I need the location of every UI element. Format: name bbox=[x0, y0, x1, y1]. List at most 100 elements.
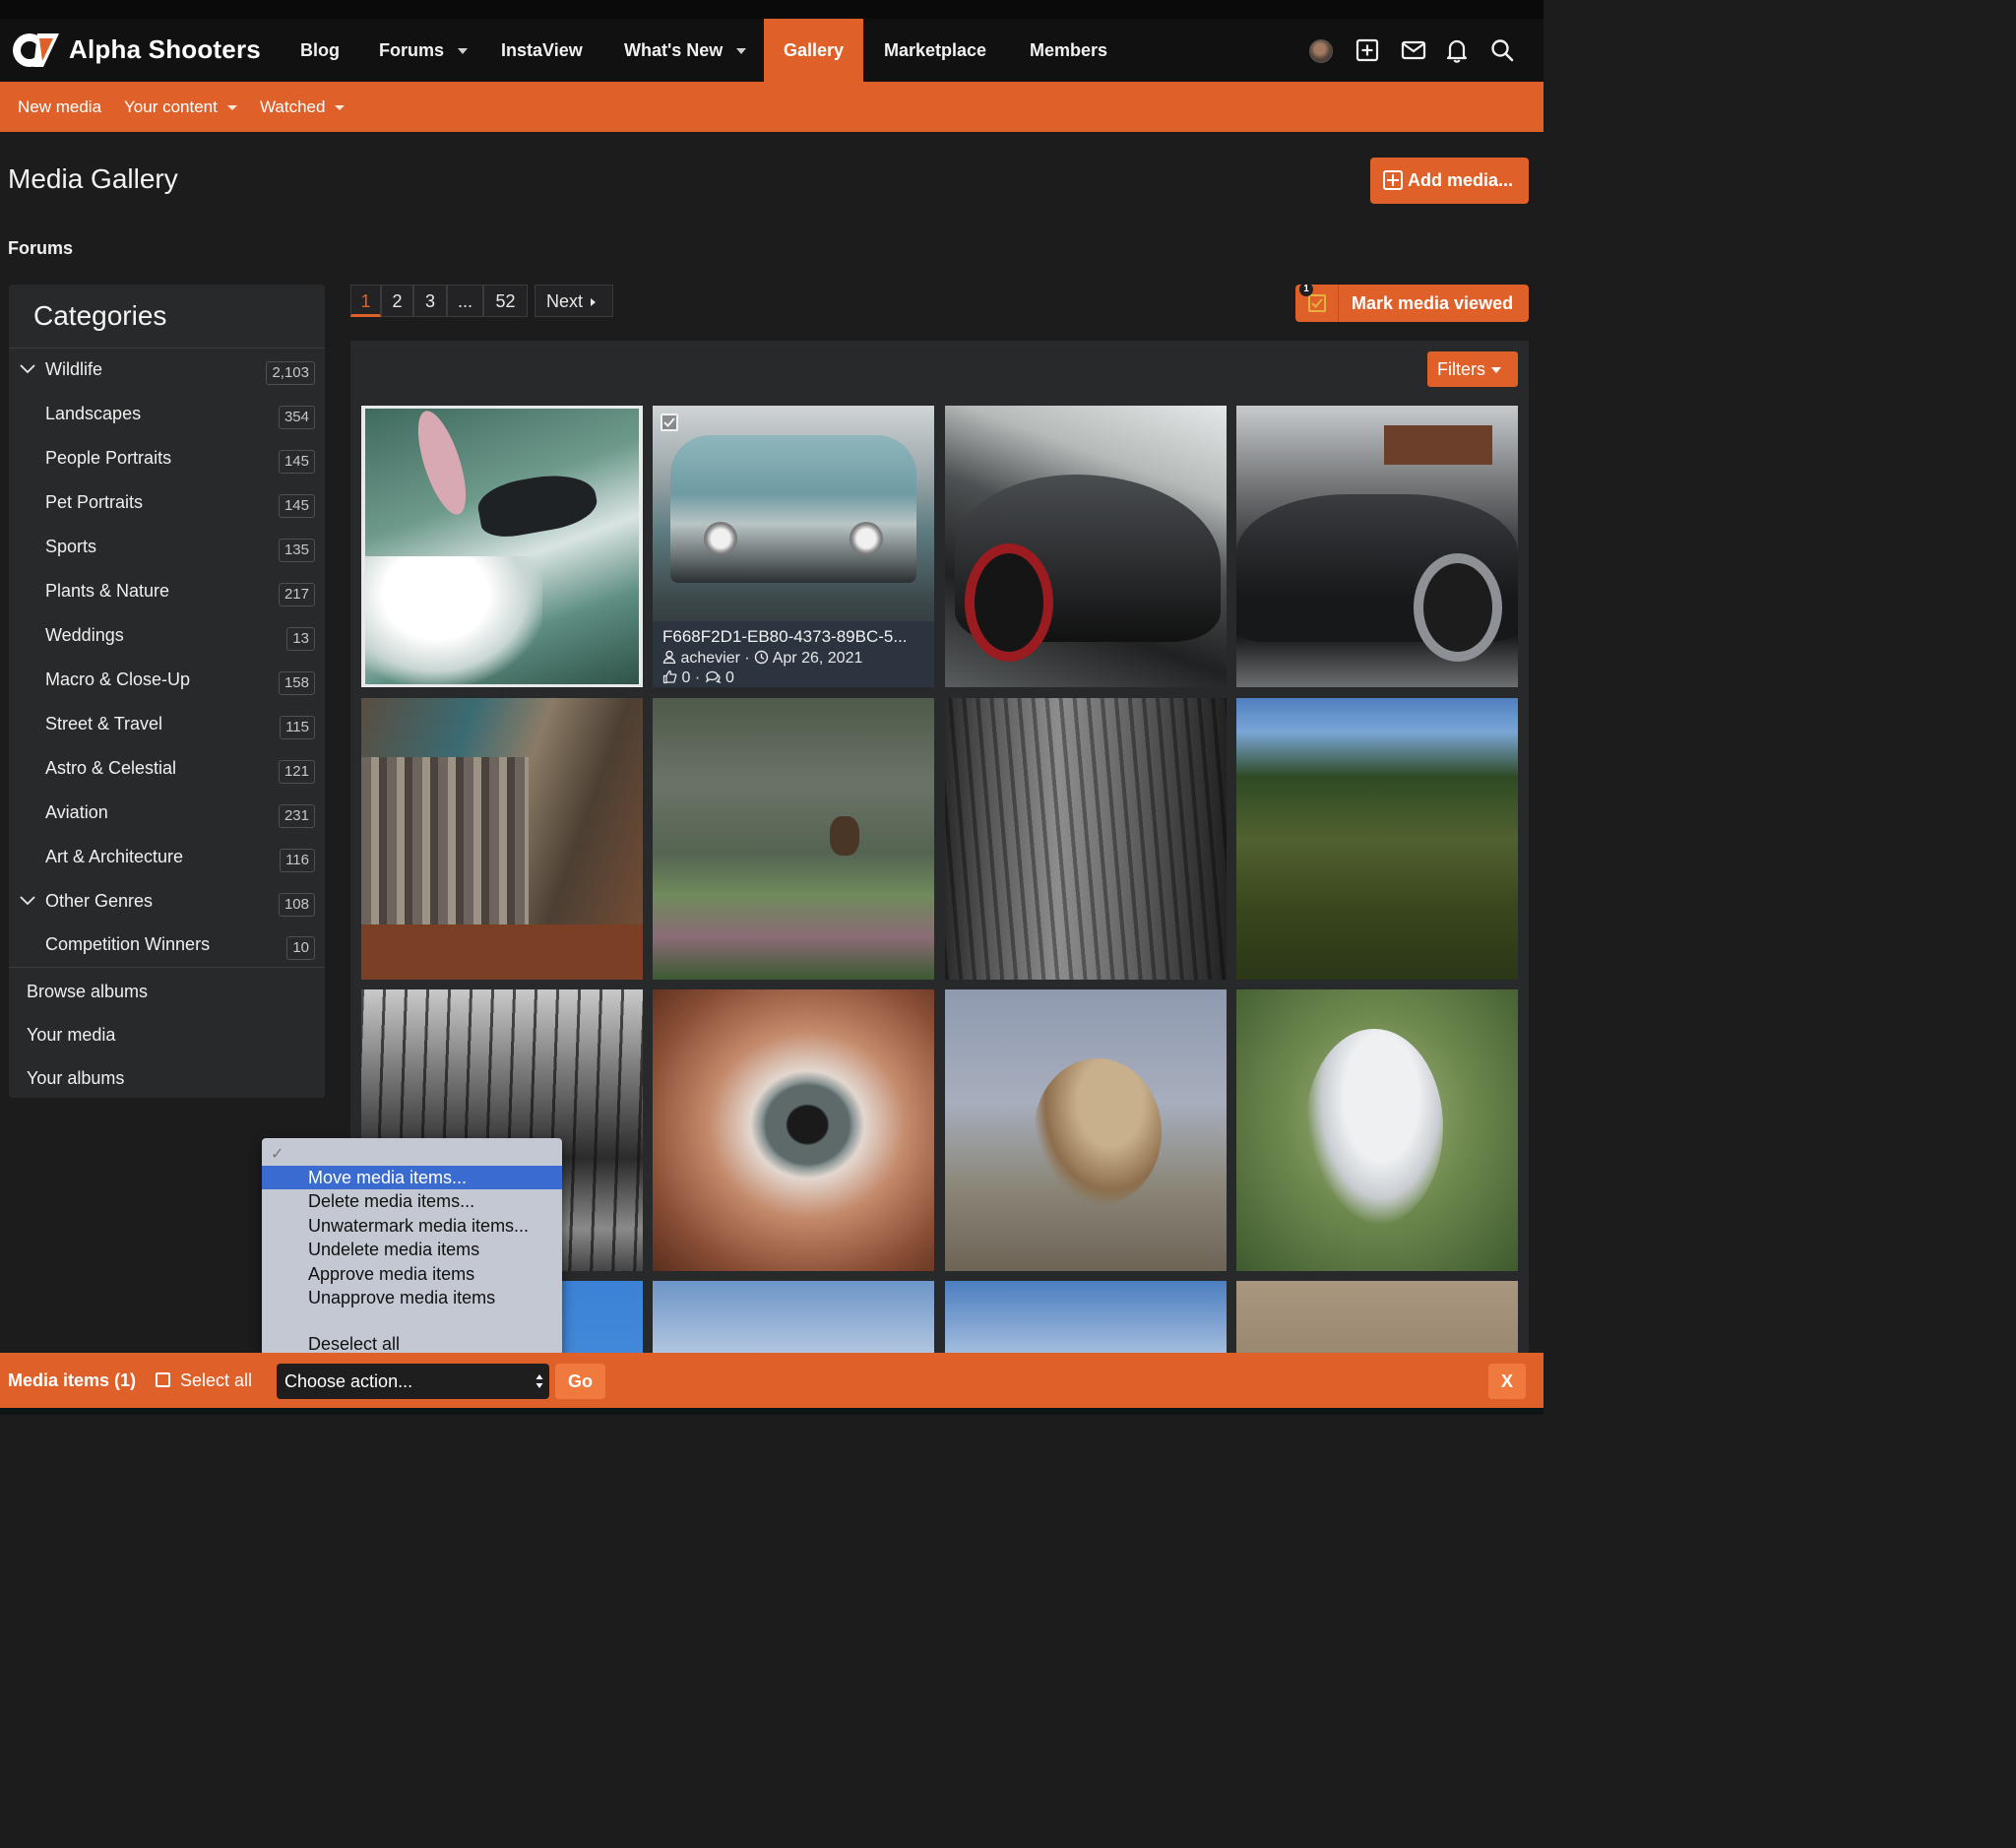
category-item[interactable]: Pet Portraits 145 bbox=[9, 484, 325, 524]
category-item[interactable]: Weddings 13 bbox=[9, 617, 325, 657]
browse-albums-link[interactable]: Browse albums bbox=[27, 982, 148, 1002]
category-count-badge: 115 bbox=[280, 716, 315, 739]
media-select-checkbox[interactable] bbox=[661, 414, 678, 431]
subnav-new-media[interactable]: New media bbox=[18, 82, 101, 132]
page-link-3[interactable]: 3 bbox=[413, 285, 447, 317]
subnav-watched[interactable]: Watched bbox=[260, 82, 346, 132]
go-button[interactable]: Go bbox=[555, 1364, 605, 1399]
category-item[interactable]: Plants & Nature 217 bbox=[9, 573, 325, 612]
category-item[interactable]: Landscapes 354 bbox=[9, 396, 325, 435]
nav-label: InstaView bbox=[501, 40, 583, 60]
bell-icon[interactable] bbox=[1444, 37, 1470, 63]
category-item[interactable]: Aviation 231 bbox=[9, 795, 325, 834]
category-item[interactable]: Macro & Close-Up 158 bbox=[9, 662, 325, 701]
media-thumbnail-black-sedan[interactable] bbox=[1236, 406, 1518, 687]
page-link-1[interactable]: 1 bbox=[350, 285, 381, 317]
mark-viewed-checkbox[interactable]: 1 bbox=[1295, 283, 1339, 322]
breadcrumb[interactable]: Forums bbox=[8, 238, 73, 259]
page-link-ellipsis[interactable]: ... bbox=[447, 285, 483, 317]
mark-media-viewed-button[interactable]: 1 Mark media viewed bbox=[1295, 283, 1529, 322]
caret-down-icon[interactable] bbox=[736, 48, 747, 55]
select-all-checkbox[interactable] bbox=[156, 1372, 170, 1387]
category-count-badge: 135 bbox=[278, 539, 315, 562]
media-thumbnail-tree-bark[interactable] bbox=[945, 698, 1227, 980]
your-albums-link[interactable]: Your albums bbox=[27, 1068, 124, 1089]
category-label: People Portraits bbox=[45, 448, 172, 468]
plus-square-icon[interactable] bbox=[1354, 37, 1380, 63]
add-media-button[interactable]: Add media... bbox=[1370, 158, 1529, 204]
chevron-down-icon[interactable] bbox=[20, 361, 35, 377]
category-item[interactable]: Competition Winners 10 bbox=[9, 926, 325, 966]
media-date: Apr 26, 2021 bbox=[772, 650, 863, 667]
media-thumbnail-black-sports-car[interactable] bbox=[945, 406, 1227, 687]
caret-down-icon[interactable] bbox=[335, 105, 346, 111]
close-bar-button[interactable]: X bbox=[1488, 1364, 1526, 1399]
media-author[interactable]: achevier bbox=[680, 650, 739, 667]
nav-marketplace[interactable]: Marketplace bbox=[864, 19, 1006, 82]
media-thumbnail-eye[interactable] bbox=[653, 989, 934, 1271]
nav-blog[interactable]: Blog bbox=[281, 19, 359, 82]
media-thumbnail-bearded-reedling[interactable] bbox=[1236, 989, 1518, 1271]
action-undelete-media[interactable]: Undelete media items bbox=[262, 1238, 562, 1261]
category-count-badge: 13 bbox=[286, 627, 315, 651]
action-dropdown-menu: ✓ Move media items... Delete media items… bbox=[262, 1138, 562, 1363]
caret-down-icon[interactable] bbox=[458, 48, 469, 55]
site-name[interactable]: Alpha Shooters bbox=[69, 34, 261, 65]
media-thumbnail-surfer[interactable] bbox=[361, 406, 643, 687]
category-item[interactable]: Street & Travel 115 bbox=[9, 706, 325, 745]
page-link-2[interactable]: 2 bbox=[381, 285, 413, 317]
category-item[interactable]: Art & Architecture 116 bbox=[9, 839, 325, 878]
category-label: Weddings bbox=[45, 625, 124, 645]
category-item[interactable]: Wildlife 2,103 bbox=[9, 351, 325, 391]
action-delete-media[interactable]: Delete media items... bbox=[262, 1189, 562, 1213]
category-item[interactable]: People Portraits 145 bbox=[9, 440, 325, 479]
category-count-badge: 217 bbox=[278, 583, 315, 606]
action-unapprove-media[interactable]: Unapprove media items bbox=[262, 1286, 562, 1309]
selected-count-badge: 1 bbox=[1299, 283, 1313, 296]
nav-instaview[interactable]: InstaView bbox=[481, 19, 602, 82]
nav-label: Gallery bbox=[784, 40, 845, 60]
media-thumbnail-sparrow[interactable] bbox=[945, 989, 1227, 1271]
comment-count: 0 bbox=[725, 669, 734, 686]
category-item[interactable]: Other Genres 108 bbox=[9, 883, 325, 923]
media-thumbnail-hawk[interactable] bbox=[653, 698, 934, 980]
check-icon bbox=[663, 417, 675, 427]
action-select[interactable]: Choose action... bbox=[277, 1364, 549, 1399]
mail-icon[interactable] bbox=[1401, 37, 1426, 63]
nav-gallery[interactable]: Gallery bbox=[764, 19, 863, 82]
stats-separator: · bbox=[694, 669, 701, 686]
category-label: Art & Architecture bbox=[45, 847, 184, 866]
select-all-toggle[interactable]: Select all bbox=[156, 1370, 252, 1391]
nav-label: Members bbox=[1030, 40, 1108, 60]
action-approve-media[interactable]: Approve media items bbox=[262, 1262, 562, 1286]
checkbox-icon bbox=[1308, 294, 1326, 312]
media-thumbnail-wooden-fence[interactable] bbox=[361, 698, 643, 980]
your-media-link[interactable]: Your media bbox=[27, 1025, 115, 1046]
subnav-your-content[interactable]: Your content bbox=[124, 82, 237, 132]
category-item[interactable]: Sports 135 bbox=[9, 529, 325, 568]
nav-members[interactable]: Members bbox=[1010, 19, 1127, 82]
nav-whats-new[interactable]: What's New bbox=[604, 19, 766, 82]
chevron-down-icon[interactable] bbox=[20, 893, 35, 909]
caret-down-icon[interactable] bbox=[226, 105, 237, 111]
media-info-overlay: F668F2D1-EB80-4373-89BC-5... achevier · … bbox=[653, 621, 934, 687]
filters-button[interactable]: Filters bbox=[1427, 351, 1518, 387]
next-page-button[interactable]: Next bbox=[535, 285, 613, 317]
search-icon[interactable] bbox=[1489, 37, 1515, 63]
category-item[interactable]: Astro & Celestial 121 bbox=[9, 750, 325, 790]
category-label: Aviation bbox=[45, 802, 108, 822]
media-thumbnail-selected[interactable]: F668F2D1-EB80-4373-89BC-5... achevier · … bbox=[653, 406, 934, 687]
avatar[interactable] bbox=[1309, 39, 1333, 63]
mark-viewed-label: Mark media viewed bbox=[1352, 293, 1514, 313]
nav-forums[interactable]: Forums bbox=[359, 19, 487, 82]
page-link-52[interactable]: 52 bbox=[483, 285, 528, 317]
media-stats: 0 · 0 bbox=[662, 669, 934, 687]
action-unwatermark-media[interactable]: Unwatermark media items... bbox=[262, 1214, 562, 1238]
action-move-media[interactable]: Move media items... bbox=[262, 1166, 562, 1189]
action-select-value: Choose action... bbox=[284, 1371, 413, 1391]
media-thumbnail-meadow[interactable] bbox=[1236, 698, 1518, 980]
site-logo-icon[interactable] bbox=[10, 31, 61, 70]
media-title[interactable]: F668F2D1-EB80-4373-89BC-5... bbox=[662, 627, 934, 647]
category-count-badge: 116 bbox=[280, 849, 315, 872]
category-count-badge: 10 bbox=[286, 936, 315, 960]
